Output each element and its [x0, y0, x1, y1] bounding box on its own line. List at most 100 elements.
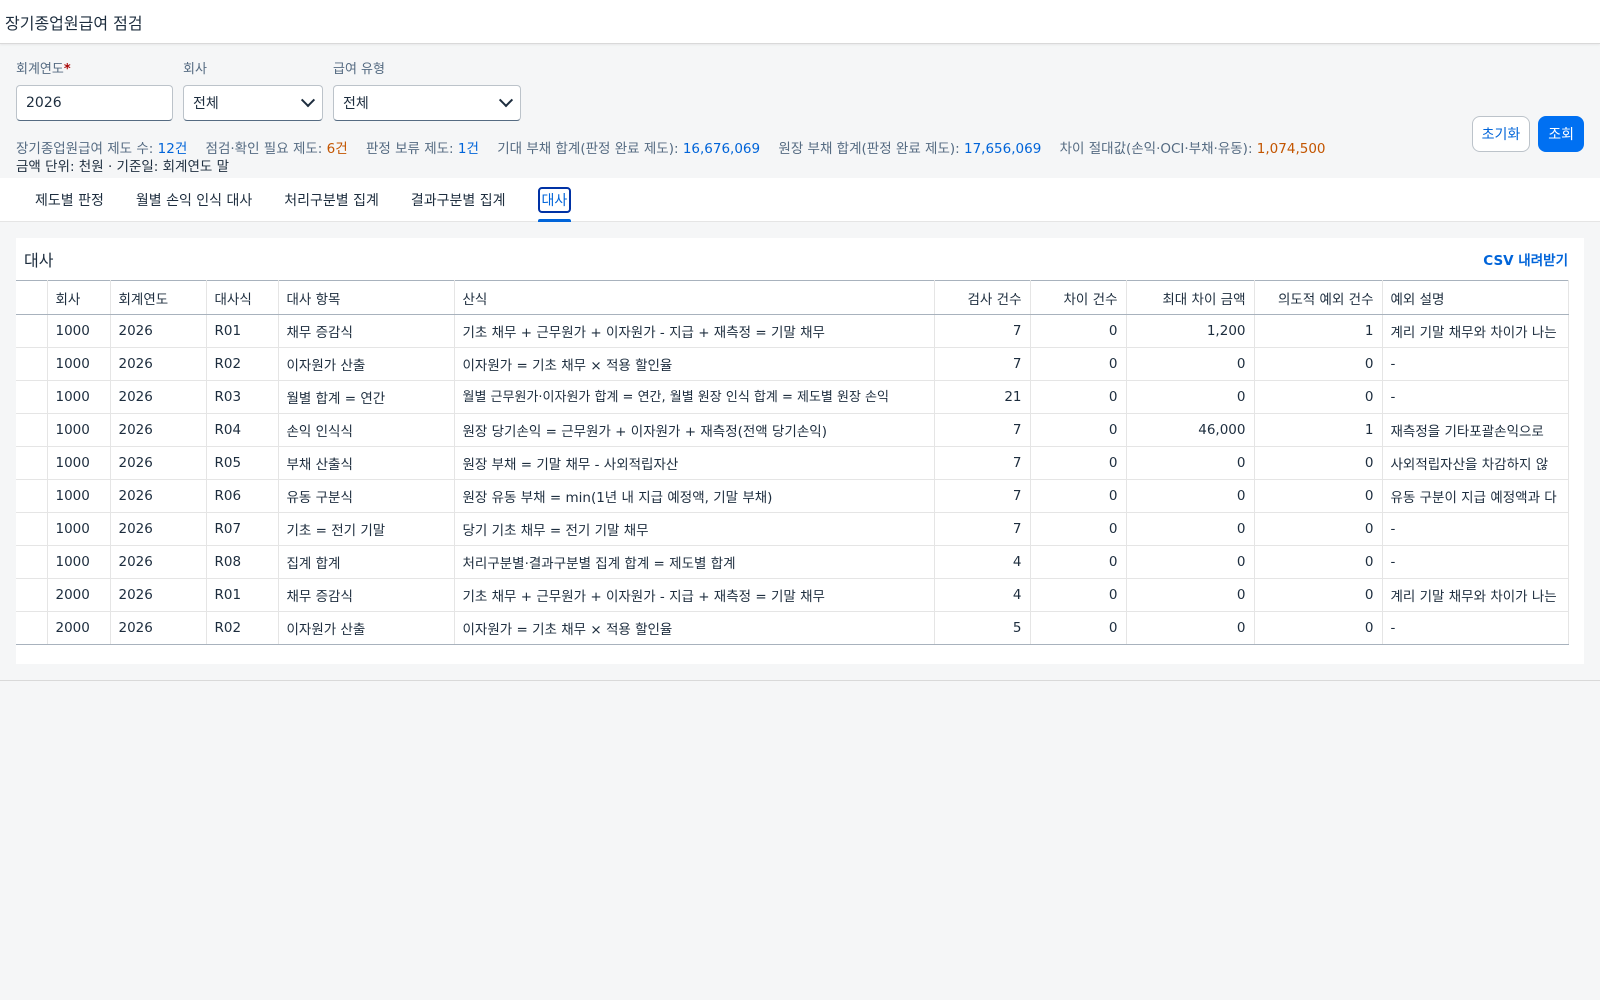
- column-header-diff-count[interactable]: 차이 건수: [1030, 280, 1127, 315]
- table-row[interactable]: 1000 2026 R03 월별 합계 = 연간 월별 근무원가·이자원가 합계 = 연…: [16, 380, 1569, 414]
- exception-desc-cell: 재측정을 기타포괄손익으로: [1382, 413, 1569, 447]
- company-cell: 1000: [47, 380, 111, 414]
- company-cell: 1000: [47, 314, 111, 348]
- item-cell: 채무 증감식: [278, 578, 455, 612]
- hold-count: 1건: [457, 141, 479, 157]
- check-count-cell: 7: [934, 314, 1031, 348]
- column-header-max-diff[interactable]: 최대 차이 금액: [1126, 280, 1255, 315]
- max-diff-cell: 0: [1126, 380, 1255, 414]
- column-header-year[interactable]: 회계연도: [110, 280, 207, 315]
- exception-desc-cell: -: [1382, 611, 1569, 645]
- formula-cell: 원장 유동 부채 = min(1년 내 지급 예정액, 기말 부채): [454, 479, 935, 513]
- formula-cell: 원장 부채 = 기말 채무 - 사외적립자산: [454, 446, 935, 480]
- column-header-item[interactable]: 대사 항목: [278, 280, 455, 315]
- year-cell: 2026: [110, 347, 207, 381]
- table-row[interactable]: 1000 2026 R08 집계 합계 처리구분별·결과구분별 집계 합계 = 제도별 …: [16, 545, 1569, 579]
- exception-desc-cell: 유동 구분이 지급 예정액과 다: [1382, 479, 1569, 513]
- max-diff-cell: 46,000: [1126, 413, 1255, 447]
- table-row[interactable]: 1000 2026 R04 손익 인식식 원장 당기손익 = 근무원가 + 이자원가 +…: [16, 413, 1569, 447]
- select-cell: [16, 413, 48, 447]
- select-cell: [16, 446, 48, 480]
- table-row[interactable]: 1000 2026 R02 이자원가 산출 이자원가 = 기초 채무 × 적용 할인율 7…: [16, 347, 1569, 381]
- reconciliation-panel: 대사 CSV 내려받기 회사 회계연도 대사식 대사 항목 산식 검사 건수 차이 건수 최대…: [16, 238, 1584, 664]
- exception-count-cell: 1: [1254, 413, 1383, 447]
- diff-count-cell: 0: [1030, 413, 1127, 447]
- exception-count-cell: 0: [1254, 578, 1383, 612]
- type-select[interactable]: 전체: [333, 85, 521, 121]
- company-cell: 1000: [47, 545, 111, 579]
- tab-plan-judgement[interactable]: 제도별 판정: [35, 178, 104, 222]
- exception-desc-cell: 사외적립자산을 차감하지 않: [1382, 446, 1569, 480]
- select-cell: [16, 314, 48, 348]
- column-header-company[interactable]: 회사: [47, 280, 111, 315]
- unit-note: 금액 단위: 천원 · 기준일: 회계연도 말: [16, 159, 230, 175]
- diff-count-cell: 0: [1030, 545, 1127, 579]
- table-row[interactable]: 1000 2026 R06 유동 구분식 원장 유동 부채 = min(1년 내 지급 …: [16, 479, 1569, 513]
- search-button[interactable]: 조회: [1538, 116, 1584, 152]
- formula-id-cell: R06: [206, 479, 279, 513]
- formula-cell: 처리구분별·결과구분별 집계 합계 = 제도별 합계: [454, 545, 935, 579]
- diff-count-cell: 0: [1030, 314, 1127, 348]
- diff-count-cell: 0: [1030, 347, 1127, 381]
- reset-button[interactable]: 초기화: [1471, 116, 1531, 152]
- tab-monthly-reconciliation[interactable]: 월별 손익 인식 대사: [136, 178, 252, 222]
- tab-reconciliation[interactable]: 대사: [537, 178, 572, 222]
- formula-cell: 기초 채무 + 근무원가 + 이자원가 - 지급 + 재측정 = 기말 채무: [454, 578, 935, 612]
- table-row[interactable]: 2000 2026 R01 채무 증감식 기초 채무 + 근무원가 + 이자원가 - 지…: [16, 578, 1569, 612]
- year-cell: 2026: [110, 413, 207, 447]
- table-row[interactable]: 1000 2026 R07 기초 = 전기 기말 당기 기초 채무 = 전기 기말 채무…: [16, 512, 1569, 546]
- table-row[interactable]: 1000 2026 R05 부채 산출식 원장 부채 = 기말 채무 - 사외적립자산 7…: [16, 446, 1569, 480]
- select-cell: [16, 479, 48, 513]
- company-select[interactable]: 전체: [183, 85, 323, 121]
- select-cell: [16, 512, 48, 546]
- max-diff-cell: 0: [1126, 446, 1255, 480]
- diff-count-cell: 0: [1030, 611, 1127, 645]
- tab-by-process[interactable]: 처리구분별 집계: [284, 178, 379, 222]
- check-count-cell: 5: [934, 611, 1031, 645]
- tab-by-result[interactable]: 결과구분별 집계: [411, 178, 506, 222]
- year-cell: 2026: [110, 578, 207, 612]
- column-header-formula-id[interactable]: 대사식: [206, 280, 279, 315]
- formula-cell: 이자원가 = 기초 채무 × 적용 할인율: [454, 611, 935, 645]
- formula-cell: 당기 기초 채무 = 전기 기말 채무: [454, 512, 935, 546]
- year-input[interactable]: 2026: [16, 85, 173, 121]
- diff-count-cell: 0: [1030, 446, 1127, 480]
- max-diff-cell: 0: [1126, 512, 1255, 546]
- summary-bar: 장기종업원급여 제도 수: 12건 점검·확인 필요 제도: 6건 판정 보류 …: [16, 141, 1326, 175]
- plans-count: 12건: [157, 141, 188, 157]
- diff-count-cell: 0: [1030, 512, 1127, 546]
- diff-count-cell: 0: [1030, 479, 1127, 513]
- csv-download-link[interactable]: CSV 내려받기: [1483, 249, 1568, 269]
- check-count-cell: 21: [934, 380, 1031, 414]
- company-field: 회사 전체: [183, 58, 323, 121]
- panel-header: 대사 CSV 내려받기: [16, 238, 1584, 280]
- diff-count-cell: 0: [1030, 578, 1127, 612]
- formula-id-cell: R04: [206, 413, 279, 447]
- max-diff-cell: 0: [1126, 479, 1255, 513]
- diff-count-cell: 0: [1030, 380, 1127, 414]
- year-label: 회계연도*: [16, 62, 71, 77]
- exception-desc-cell: 계리 기말 채무와 차이가 나는: [1382, 314, 1569, 348]
- column-header-exception-desc[interactable]: 예외 설명: [1382, 280, 1569, 315]
- formula-cell: 이자원가 = 기초 채무 × 적용 할인율: [454, 347, 935, 381]
- column-header-check-count[interactable]: 검사 건수: [934, 280, 1031, 315]
- column-header-formula[interactable]: 산식: [454, 280, 935, 315]
- select-cell: [16, 545, 48, 579]
- formula-id-cell: R01: [206, 314, 279, 348]
- formula-id-cell: R02: [206, 611, 279, 645]
- table-row[interactable]: 2000 2026 R02 이자원가 산출 이자원가 = 기초 채무 × 적용 할인율 5…: [16, 611, 1569, 645]
- expected-total: 16,676,069: [682, 141, 761, 157]
- company-cell: 2000: [47, 578, 111, 612]
- exception-desc-cell: -: [1382, 545, 1569, 579]
- select-cell: [16, 380, 48, 414]
- chevron-down-icon: [300, 93, 316, 108]
- exception-count-cell: 0: [1254, 479, 1383, 513]
- table-row[interactable]: 1000 2026 R01 채무 증감식 기초 채무 + 근무원가 + 이자원가 - 지…: [16, 314, 1569, 348]
- exception-count-cell: 1: [1254, 314, 1383, 348]
- company-cell: 1000: [47, 479, 111, 513]
- check-count-cell: 7: [934, 413, 1031, 447]
- column-header-exception-count[interactable]: 의도적 예외 건수: [1254, 280, 1383, 315]
- company-cell: 1000: [47, 413, 111, 447]
- formula-id-cell: R02: [206, 347, 279, 381]
- ledger-total: 17,656,069: [964, 141, 1042, 157]
